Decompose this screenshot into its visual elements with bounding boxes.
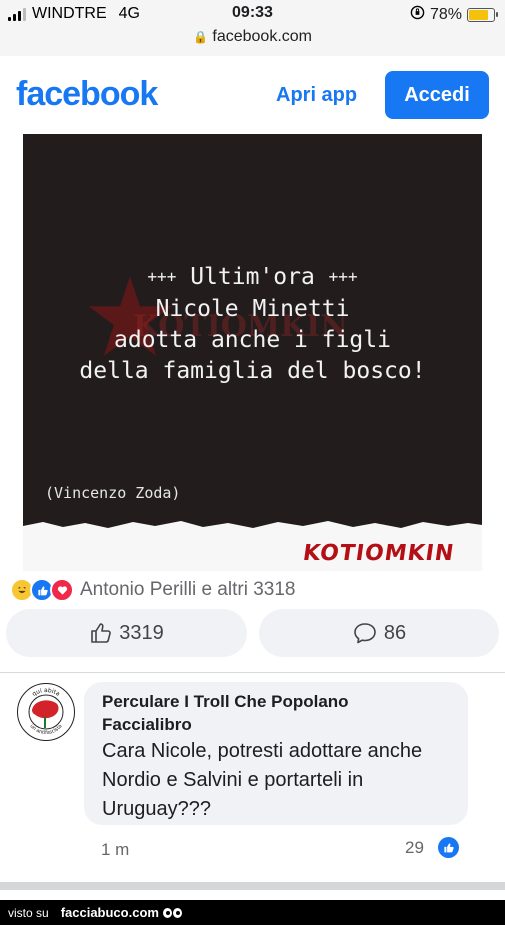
like-button[interactable]: 3319 bbox=[6, 609, 247, 657]
reactions-text: Antonio Perilli e altri 3318 bbox=[80, 579, 296, 600]
site-watermark-bar: visto su facciabuco.com bbox=[0, 900, 505, 925]
headline-marker: +++ bbox=[147, 267, 177, 286]
headline-marker: +++ bbox=[328, 267, 358, 286]
quote-line: adotta anche i figli bbox=[114, 327, 391, 353]
url-bar[interactable]: 🔒 facebook.com bbox=[0, 28, 505, 46]
site-name: facciabuco.com bbox=[60, 905, 159, 920]
facebook-logo[interactable]: facebook bbox=[16, 75, 158, 114]
orientation-lock-icon bbox=[410, 5, 425, 25]
thumbs-up-icon bbox=[91, 623, 112, 643]
battery-icon bbox=[467, 8, 498, 22]
comment-count: 86 bbox=[383, 621, 407, 644]
comment-like-count: 29 bbox=[405, 838, 424, 857]
facebook-header: facebook Apri app Accedi bbox=[0, 56, 505, 134]
comment-author[interactable]: Perculare I Troll Che Popolano Faccialib… bbox=[102, 690, 432, 736]
quote-line: della famiglia del bosco! bbox=[79, 358, 426, 384]
comment-button[interactable]: 86 bbox=[259, 609, 499, 657]
divider bbox=[0, 672, 505, 673]
comment-bubble: Perculare I Troll Che Popolano Faccialib… bbox=[84, 682, 468, 825]
section-separator bbox=[0, 882, 505, 890]
open-app-link[interactable]: Apri app bbox=[276, 84, 357, 107]
lock-icon: 🔒 bbox=[192, 30, 208, 44]
quote-headline-line: +++ Ultim'ora +++ bbox=[23, 262, 482, 294]
comment-icon bbox=[354, 623, 376, 644]
battery-percent: 78% bbox=[429, 6, 462, 23]
quote-headline: Ultim'ora bbox=[190, 264, 315, 290]
comment-text: Cara Nicole, potresti adottare anche Nor… bbox=[102, 740, 423, 820]
quote-author: (Vincenzo Zoda) bbox=[45, 484, 181, 502]
like-count: 3319 bbox=[119, 621, 164, 644]
quote-line: Nicole Minetti bbox=[155, 296, 350, 322]
love-icon bbox=[50, 578, 74, 602]
comment-like-icon[interactable] bbox=[438, 837, 459, 858]
brand-logo: KOTIOMKIN bbox=[301, 541, 456, 566]
reactions-summary[interactable]: Antonio Perilli e altri 3318 bbox=[10, 578, 295, 602]
comment-time[interactable]: 1 m bbox=[101, 840, 129, 860]
url-text: facebook.com bbox=[212, 28, 312, 45]
eyes-icon bbox=[162, 907, 182, 918]
status-bar: WINDTRE 4G 09:33 🔒 facebook.com 78% bbox=[0, 0, 505, 56]
visto-su-label: visto su bbox=[8, 905, 49, 920]
post-quote: +++ Ultim'ora +++ Nicole Minetti adotta … bbox=[23, 262, 482, 387]
status-right: 78% bbox=[410, 5, 498, 25]
post-image[interactable]: KOTIOMKIN +++ Ultim'ora +++ Nicole Minet… bbox=[23, 134, 482, 571]
login-button[interactable]: Accedi bbox=[385, 71, 489, 119]
commenter-avatar[interactable]: qui abita un antifascista bbox=[17, 683, 75, 741]
